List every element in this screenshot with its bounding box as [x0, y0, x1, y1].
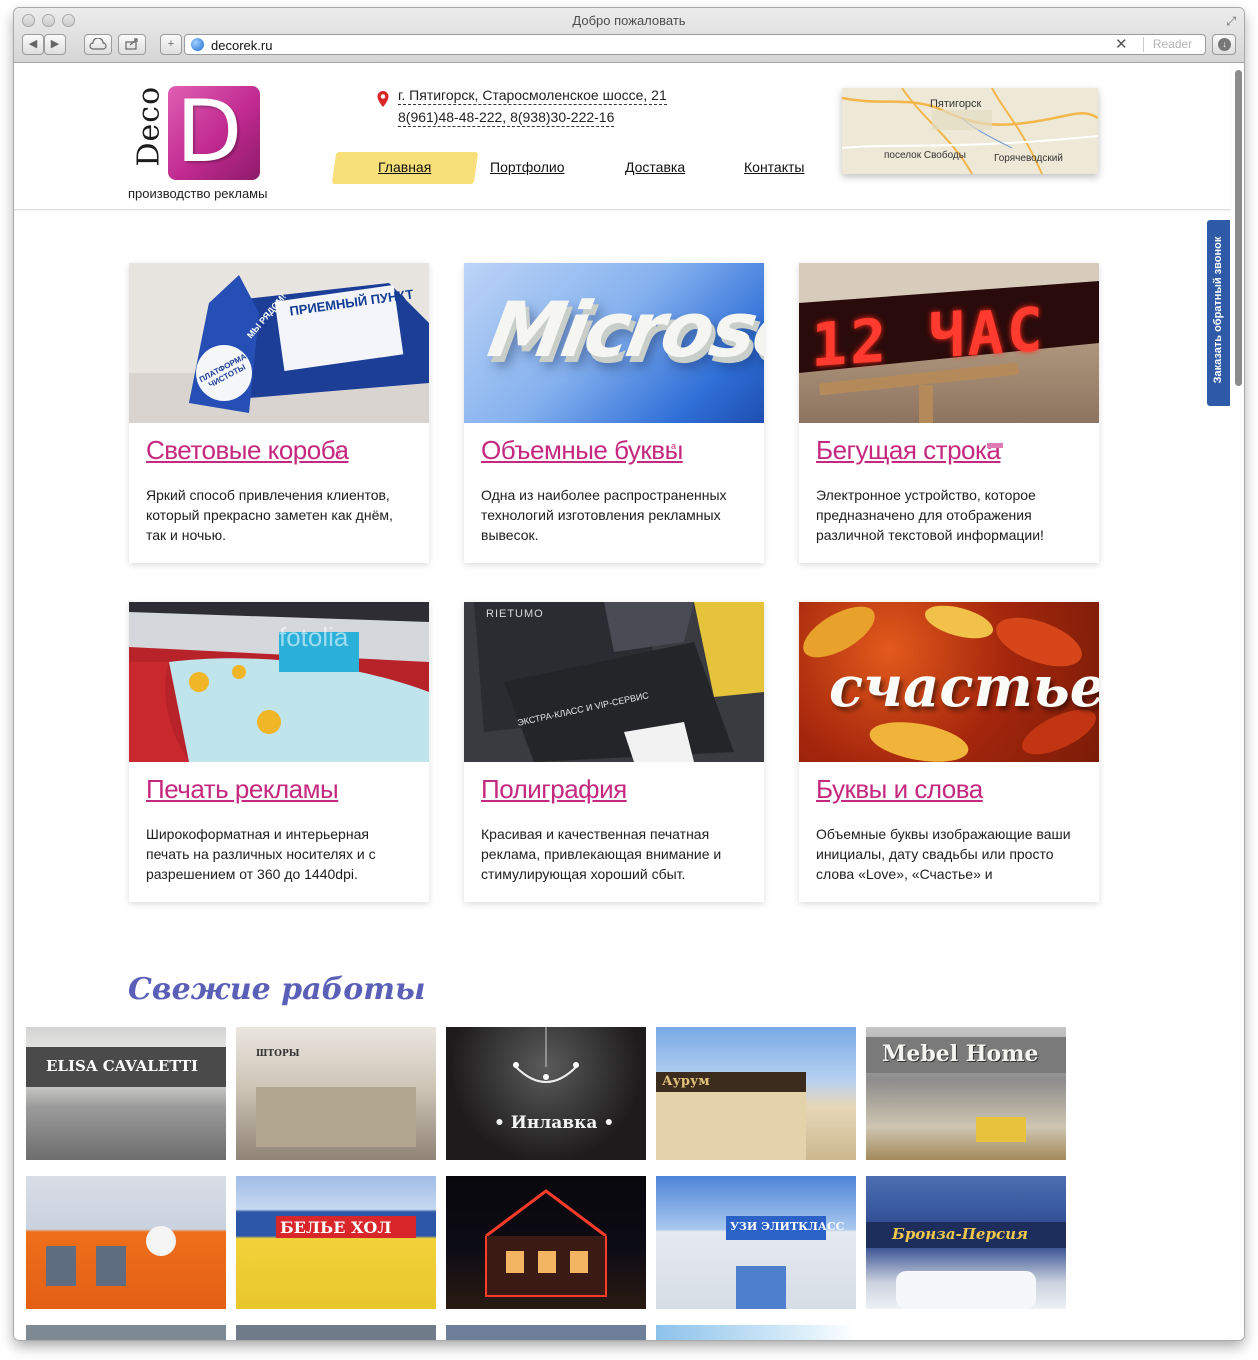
volume-letters-image: Microso	[464, 263, 764, 423]
words-image-text: счастье	[829, 654, 1099, 720]
location-pin-icon	[377, 91, 389, 107]
browser-window: Добро пожаловать ⤢ ◀ ▶ + decorek.ru ✕ Re…	[14, 8, 1244, 1340]
lightbox-small-icon: ▯	[336, 447, 341, 457]
work-thumbnail[interactable]: • Инлавка •	[446, 1027, 646, 1160]
ticker-small-icon	[987, 443, 1003, 448]
logo-tagline: производство рекламы	[128, 186, 268, 201]
work-caption: УЗИ ЭЛИТКЛАСС	[730, 1220, 845, 1233]
service-description: Электронное устройство, которое предназн…	[816, 487, 1044, 543]
work-thumbnail[interactable]	[26, 1176, 226, 1309]
share-icon	[125, 38, 138, 50]
logo-letter: D	[176, 82, 243, 182]
logo-d-badge: D	[168, 82, 260, 182]
printing-watermark: fotolia	[279, 622, 349, 652]
work-thumbnail[interactable]: Аурум	[656, 1027, 856, 1160]
company-address[interactable]: г. Пятигорск, Старосмоленское шоссе, 21	[398, 87, 667, 105]
location-map[interactable]: Пятигорск поселок Свободы Горячеводский	[842, 88, 1098, 174]
service-card-volume-letters[interactable]: Microso Объемные буквы a Одна из наиболе…	[464, 263, 764, 563]
fresh-works-title: Свежие работы	[128, 972, 426, 1007]
map-town-label: Горячеводский	[994, 153, 1063, 164]
site-header: Deco D производство рекламы г. Пятигорск…	[14, 64, 1230, 210]
page-viewport: Deco D производство рекламы г. Пятигорск…	[14, 64, 1244, 1340]
service-description: Широкоформатная и интерьерная печать на …	[146, 826, 376, 882]
fullscreen-icon[interactable]: ⤢	[1226, 14, 1236, 29]
work-caption: Аурум	[662, 1074, 710, 1089]
window-title: Добро пожаловать	[572, 13, 686, 28]
work-caption: БЕЛЬЕ ХОЛ	[280, 1218, 392, 1237]
stop-icon[interactable]: ✕	[1115, 35, 1128, 53]
url-text[interactable]: decorek.ru	[211, 38, 272, 53]
service-title[interactable]: Печать рекламы	[146, 774, 339, 805]
work-thumbnail[interactable]	[236, 1325, 436, 1340]
service-card-lightbox[interactable]: ПРИЕМНЫЙ ПУНКТ МЫ РЯДОМ! ПЛАТФОРМА ЧИСТО…	[129, 263, 429, 563]
company-phones[interactable]: 8(961)48-48-222, 8(938)30-222-16	[398, 109, 615, 127]
nav-item-delivery[interactable]: Доставка	[625, 159, 685, 175]
work-thumbnail[interactable]: Mebel Home	[866, 1027, 1066, 1160]
work-caption: Бронза-Персия	[892, 1225, 1028, 1243]
work-thumbnail[interactable]: Бронза-Персия	[866, 1176, 1066, 1309]
service-title[interactable]: Объемные буквы	[481, 435, 683, 466]
reader-button[interactable]: Reader	[1143, 37, 1201, 52]
forward-button[interactable]: ▶	[44, 34, 66, 55]
work-thumbnail[interactable]	[26, 1325, 226, 1340]
service-title[interactable]: Полиграфия	[481, 774, 627, 805]
words-image: счастье	[799, 602, 1099, 762]
lit-building-icon	[485, 1189, 607, 1297]
service-description: Одна из наиболее распространенных технол…	[481, 487, 727, 543]
work-thumbnail[interactable]	[446, 1325, 646, 1340]
icloud-tabs-button[interactable]	[84, 34, 112, 55]
work-thumbnail[interactable]: ELISA CAVALETTI	[26, 1027, 226, 1160]
service-card-printing[interactable]: fotolia Печать рекламы Широкоформатная и…	[129, 602, 429, 902]
volume-letters-word: Microso	[482, 285, 764, 374]
globe-icon	[191, 38, 204, 51]
ticker-image: 12 ЧАС	[799, 263, 1099, 423]
downloads-button[interactable]: ↓	[1212, 34, 1236, 55]
service-card-words[interactable]: счастье Буквы и слова Объемные буквы изо…	[799, 602, 1099, 902]
chandelier-icon	[513, 1027, 579, 1083]
nav-item-portfolio[interactable]: Портфолио	[490, 159, 565, 175]
polygraphy-image: RIETUMO ЭКСТРА-КЛАСС И VIP-СЕРВИС	[464, 602, 764, 762]
service-description: Яркий способ привлечения клиентов, котор…	[146, 487, 393, 543]
logo-deco-text: Deco	[131, 85, 167, 167]
map-city-label: Пятигорск	[930, 98, 982, 110]
polygraphy-brand: RIETUMO	[486, 608, 544, 620]
browser-titlebar: Добро пожаловать ⤢ ◀ ▶ + decorek.ru ✕ Re…	[14, 8, 1244, 63]
service-title[interactable]: Световые короба	[146, 435, 349, 466]
work-thumbnail[interactable]: БЕЛЬЕ ХОЛ	[236, 1176, 436, 1309]
printing-image: fotolia	[129, 602, 429, 762]
site-logo[interactable]: Deco D производство рекламы	[128, 82, 298, 206]
nav-item-contacts[interactable]: Контакты	[744, 159, 804, 175]
page-scrollbar[interactable]	[1235, 70, 1242, 386]
work-caption: ШТОРЫ	[256, 1049, 300, 1059]
new-tab-button[interactable]: +	[160, 34, 182, 55]
work-thumbnail[interactable]: ШТОРЫ	[236, 1027, 436, 1160]
back-button[interactable]: ◀	[22, 34, 44, 55]
work-thumbnail[interactable]: УЗИ ЭЛИТКЛАСС	[656, 1176, 856, 1309]
work-caption: • Инлавка •	[494, 1113, 615, 1133]
callback-button[interactable]: Заказать обратный звонок	[1207, 220, 1230, 406]
service-card-ticker[interactable]: 12 ЧАС Бегущая строка Электронное устрой…	[799, 263, 1099, 563]
service-card-polygraphy[interactable]: RIETUMO ЭКСТРА-КЛАСС И VIP-СЕРВИС Полигр…	[464, 602, 764, 902]
work-caption: ELISA CAVALETTI	[46, 1057, 199, 1075]
download-icon: ↓	[1218, 38, 1231, 51]
service-title[interactable]: Буквы и слова	[816, 774, 983, 805]
work-caption: Mebel Home	[882, 1041, 1039, 1067]
service-title[interactable]: Бегущая строка	[816, 435, 1001, 466]
letters-small-icon: a	[671, 441, 677, 451]
cloud-icon	[89, 37, 107, 50]
service-description: Объемные буквы изображающие ваши инициал…	[816, 826, 1071, 882]
lightbox-image: ПРИЕМНЫЙ ПУНКТ МЫ РЯДОМ! ПЛАТФОРМА ЧИСТО…	[129, 263, 429, 423]
nav-item-home[interactable]: Главная	[378, 159, 431, 175]
callback-label: Заказать обратный звонок	[1212, 236, 1224, 384]
work-thumbnail[interactable]	[446, 1176, 646, 1309]
service-description: Красивая и качественная печатная реклама…	[481, 826, 722, 882]
share-button[interactable]	[118, 34, 146, 55]
work-thumbnail[interactable]	[656, 1325, 856, 1340]
map-village-label: поселок Свободы	[884, 150, 966, 161]
address-bar[interactable]: decorek.ru ✕ Reader	[184, 34, 1206, 55]
